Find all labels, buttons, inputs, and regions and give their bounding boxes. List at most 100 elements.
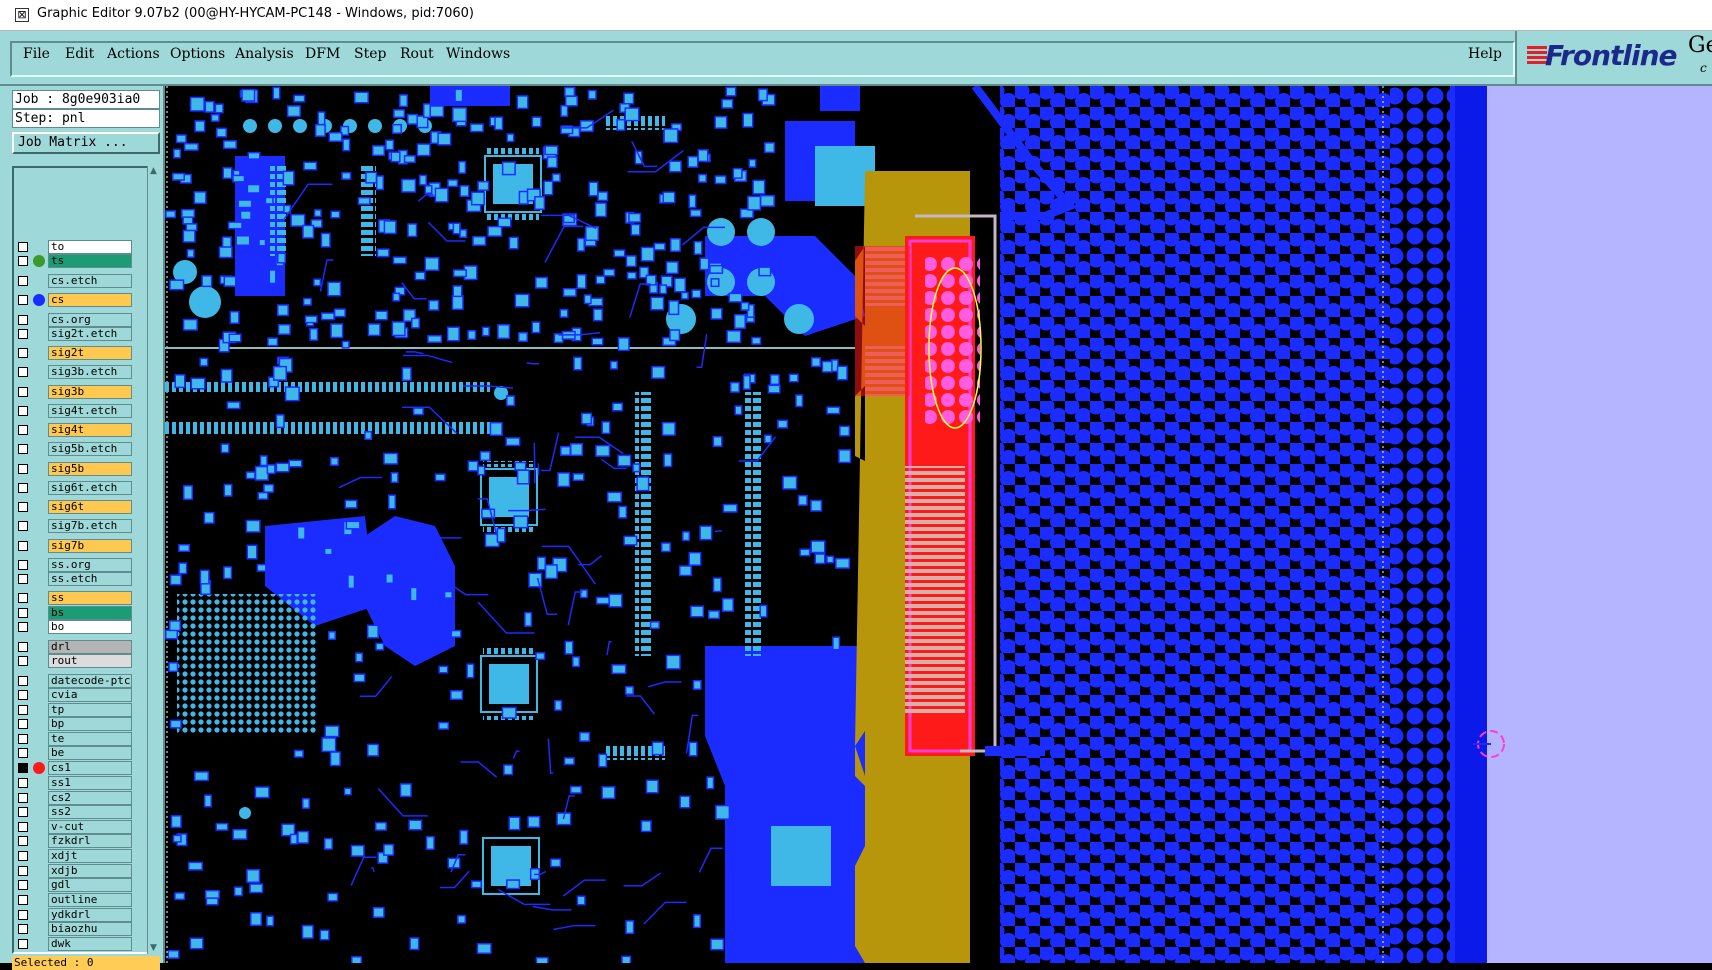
- layer-row-be[interactable]: be: [14, 746, 132, 761]
- layer-row-sig3b.etch[interactable]: sig3b.etch: [14, 365, 132, 380]
- layer-row-sig3b[interactable]: sig3b: [14, 385, 132, 400]
- job-matrix-button[interactable]: Job Matrix ...: [12, 132, 160, 154]
- layer-list-scrollbar[interactable]: ▲ ▼: [147, 166, 159, 954]
- layer-row-fzkdrl[interactable]: fzkdrl: [14, 834, 132, 849]
- layer-name[interactable]: sig7b.etch: [48, 519, 132, 533]
- layer-name[interactable]: outline: [48, 893, 132, 907]
- layer-row-drl[interactable]: drl: [14, 640, 132, 655]
- layer-row-ts[interactable]: ts: [14, 254, 132, 269]
- layer-checkbox[interactable]: [18, 851, 28, 861]
- layer-checkbox[interactable]: [18, 329, 28, 339]
- layer-checkbox[interactable]: [18, 242, 28, 252]
- layer-row-gdl[interactable]: gdl: [14, 878, 132, 893]
- layer-name[interactable]: to: [48, 240, 132, 254]
- layer-name[interactable]: cs.etch: [48, 274, 132, 288]
- menu-step[interactable]: Step: [354, 46, 386, 62]
- layer-checkbox[interactable]: [18, 295, 28, 305]
- menu-dfm[interactable]: DFM: [305, 46, 340, 62]
- layer-row-cs.etch[interactable]: cs.etch: [14, 274, 132, 289]
- layer-name[interactable]: te: [48, 732, 132, 746]
- layer-row-cs2[interactable]: cs2: [14, 791, 132, 806]
- layer-row-to[interactable]: to: [14, 240, 132, 255]
- layer-name[interactable]: ss.etch: [48, 572, 132, 586]
- layer-checkbox[interactable]: [18, 387, 28, 397]
- layer-checkbox[interactable]: [18, 483, 28, 493]
- layer-name[interactable]: bp: [48, 717, 132, 731]
- layer-row-sig4t[interactable]: sig4t: [14, 423, 132, 438]
- layer-name[interactable]: sig4t.etch: [48, 404, 132, 418]
- menu-edit[interactable]: Edit: [65, 46, 94, 62]
- layer-row-outline[interactable]: outline: [14, 893, 132, 908]
- layer-row-sig6t.etch[interactable]: sig6t.etch: [14, 481, 132, 496]
- layer-row-sig7b.etch[interactable]: sig7b.etch: [14, 519, 132, 534]
- layer-name[interactable]: cvia: [48, 688, 132, 702]
- layer-name[interactable]: fzkdrl: [48, 834, 132, 848]
- layer-row-ydkdrl[interactable]: ydkdrl: [14, 908, 132, 923]
- layer-name[interactable]: be: [48, 746, 132, 760]
- layer-checkbox[interactable]: [18, 608, 28, 618]
- layer-row-sig7b[interactable]: sig7b: [14, 539, 132, 554]
- layer-name[interactable]: sig5b: [48, 462, 132, 476]
- layer-row-ss1[interactable]: ss1: [14, 776, 132, 791]
- layer-name[interactable]: sig2t: [48, 346, 132, 360]
- layer-checkbox[interactable]: [18, 315, 28, 325]
- layer-name[interactable]: ss1: [48, 776, 132, 790]
- layer-name[interactable]: ss2: [48, 805, 132, 819]
- layer-checkbox[interactable]: [18, 656, 28, 666]
- layer-checkbox[interactable]: [18, 622, 28, 632]
- layer-row-ss[interactable]: ss: [14, 591, 132, 606]
- menu-help[interactable]: Help: [1468, 46, 1502, 62]
- layer-checkbox[interactable]: [18, 406, 28, 416]
- layer-checkbox[interactable]: [18, 822, 28, 832]
- layer-row-cvia[interactable]: cvia: [14, 688, 132, 703]
- layer-name[interactable]: bs: [48, 606, 132, 620]
- layer-name[interactable]: rout: [48, 654, 132, 668]
- layer-checkbox[interactable]: [18, 895, 28, 905]
- layer-name[interactable]: cs1: [48, 761, 132, 775]
- layer-row-bo[interactable]: bo: [14, 620, 132, 635]
- menu-actions[interactable]: Actions: [107, 46, 160, 62]
- layer-checkbox[interactable]: [18, 642, 28, 652]
- layer-checkbox[interactable]: [18, 521, 28, 531]
- layer-checkbox[interactable]: [18, 763, 28, 773]
- layer-checkbox[interactable]: [18, 778, 28, 788]
- pcb-view[interactable]: [165, 86, 1712, 963]
- graphic-canvas[interactable]: [165, 86, 1712, 963]
- layer-name[interactable]: ss.org: [48, 558, 132, 572]
- layer-row-bs[interactable]: bs: [14, 606, 132, 621]
- layer-name[interactable]: dwk: [48, 937, 132, 951]
- layer-row-sig5b.etch[interactable]: sig5b.etch: [14, 442, 132, 457]
- menu-file[interactable]: File: [23, 46, 50, 62]
- menu-analysis[interactable]: Analysis: [235, 46, 294, 62]
- layer-checkbox[interactable]: [18, 807, 28, 817]
- layer-name[interactable]: v-cut: [48, 820, 132, 834]
- layer-row-cs1[interactable]: cs1: [14, 761, 132, 776]
- layer-row-sig2t.etch[interactable]: sig2t.etch: [14, 327, 132, 342]
- layer-row-te[interactable]: te: [14, 732, 132, 747]
- layer-checkbox[interactable]: [18, 748, 28, 758]
- layer-checkbox[interactable]: [18, 367, 28, 377]
- layer-row-ss.etch[interactable]: ss.etch: [14, 572, 132, 587]
- layer-checkbox[interactable]: [18, 910, 28, 920]
- layer-name[interactable]: sig7b: [48, 539, 132, 553]
- layer-name[interactable]: drl: [48, 640, 132, 654]
- layer-name[interactable]: ts: [48, 254, 132, 268]
- layer-name[interactable]: sig3b: [48, 385, 132, 399]
- layer-checkbox[interactable]: [18, 348, 28, 358]
- layer-name[interactable]: sig5b.etch: [48, 442, 132, 456]
- layer-checkbox[interactable]: [18, 866, 28, 876]
- scroll-down-icon[interactable]: ▼: [148, 943, 159, 954]
- layer-name[interactable]: sig4t: [48, 423, 132, 437]
- layer-checkbox[interactable]: [18, 924, 28, 934]
- layer-name[interactable]: xdjt: [48, 849, 132, 863]
- layer-checkbox[interactable]: [18, 719, 28, 729]
- layer-checkbox[interactable]: [18, 676, 28, 686]
- layer-row-dwk[interactable]: dwk: [14, 937, 132, 952]
- layer-checkbox[interactable]: [18, 593, 28, 603]
- layer-row-sig5b[interactable]: sig5b: [14, 462, 132, 477]
- layer-name[interactable]: bo: [48, 620, 132, 634]
- layer-name[interactable]: cs2: [48, 791, 132, 805]
- layer-row-xdjt[interactable]: xdjt: [14, 849, 132, 864]
- layer-checkbox[interactable]: [18, 276, 28, 286]
- layer-row-bp[interactable]: bp: [14, 717, 132, 732]
